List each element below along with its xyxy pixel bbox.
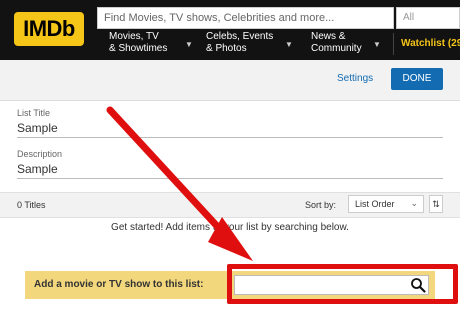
list-title-label: List Title [17, 108, 51, 118]
add-title-label: Add a movie or TV show to this list: [34, 279, 204, 290]
sort-direction-button[interactable]: ⇅ [429, 195, 443, 213]
nav-news-community[interactable]: News & Community ▼ [311, 31, 389, 57]
sort-by-label: Sort by: [305, 200, 337, 210]
empty-list-hint: Get started! Add items to your list by s… [111, 222, 349, 233]
done-button[interactable]: DONE [391, 68, 443, 90]
sort-order-value: List Order [355, 199, 395, 209]
chevron-down-icon: ⌄ [410, 198, 418, 208]
nav-movies-tv-showtimes[interactable]: Movies, TV & Showtimes ▼ [109, 31, 197, 57]
nav-divider [393, 33, 394, 55]
description-field[interactable]: Sample [17, 162, 58, 176]
watchlist-link[interactable]: Watchlist (29) [401, 38, 460, 49]
chevron-down-icon: ▼ [285, 40, 293, 49]
chevron-down-icon: ▼ [185, 40, 193, 49]
sort-arrows-icon: ⇅ [432, 199, 440, 209]
nav-celebs-events-photos[interactable]: Celebs, Events & Photos ▼ [206, 31, 298, 57]
imdb-logo[interactable]: IMDb [14, 12, 84, 46]
search-input[interactable]: Find Movies, TV shows, Celebrities and m… [97, 7, 394, 29]
nav-label: Celebs, Events & Photos [206, 31, 274, 54]
nav-label: Movies, TV & Showtimes [109, 31, 168, 54]
sort-order-select[interactable]: List Order ⌄ [348, 195, 424, 213]
titles-count: 0 Titles [17, 200, 46, 210]
description-label: Description [17, 149, 63, 159]
nav-label: News & Community [311, 31, 362, 54]
chevron-down-icon: ▼ [373, 40, 381, 49]
description-underline [17, 178, 443, 179]
highlight-box-annotation [227, 264, 458, 304]
list-title-underline [17, 137, 443, 138]
list-title-field[interactable]: Sample [17, 121, 58, 135]
settings-link[interactable]: Settings [337, 73, 373, 84]
search-category-select[interactable]: All [396, 7, 460, 29]
